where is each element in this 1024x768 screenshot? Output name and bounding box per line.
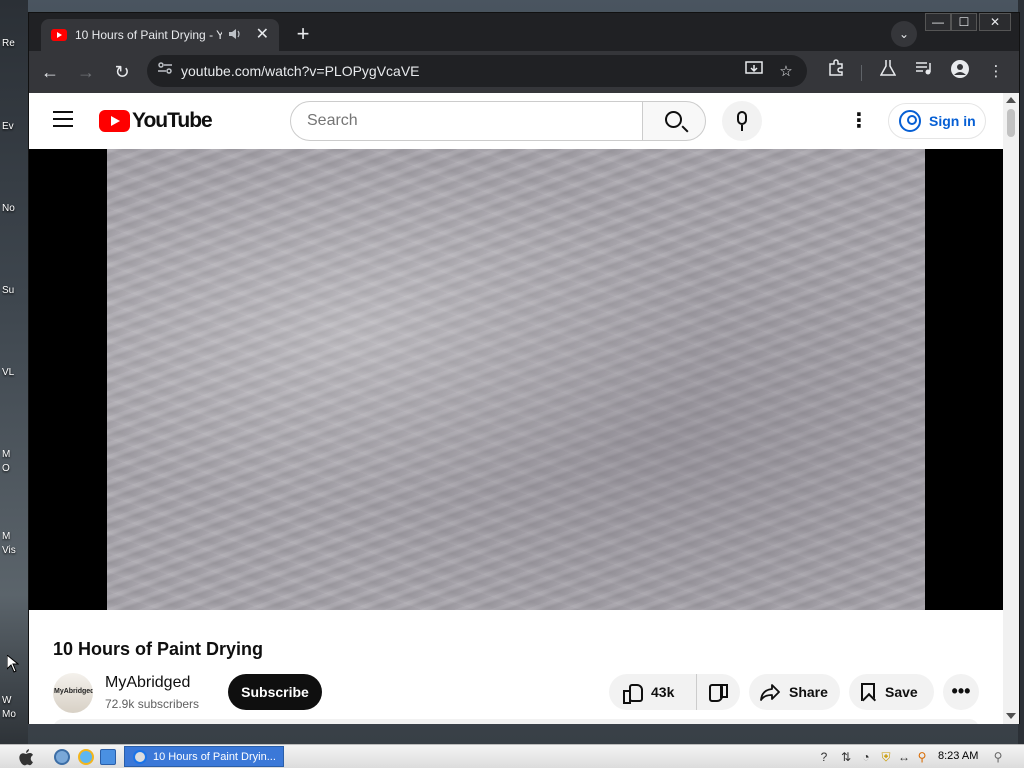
close-tab-icon[interactable]: ✕: [256, 27, 269, 43]
more-actions-button[interactable]: •••: [943, 674, 979, 710]
reload-button[interactable]: ↻: [109, 59, 135, 85]
tab-title: 10 Hours of Paint Drying - YouTube: [75, 28, 222, 42]
scroll-down-arrow-icon[interactable]: [1006, 713, 1016, 719]
desktop-icon-label[interactable]: Re: [2, 38, 26, 49]
like-dislike-group: 43k: [609, 674, 740, 710]
desktop-icon-label[interactable]: M: [2, 449, 26, 460]
like-button[interactable]: 43k: [609, 674, 697, 710]
spotlight-search-icon[interactable]: ⚲: [990, 749, 1006, 765]
page-scrollbar[interactable]: [1003, 93, 1019, 724]
desktop-icon-label[interactable]: Vis: [2, 545, 26, 556]
desktop-icon-label[interactable]: Ev: [2, 121, 26, 132]
url-text[interactable]: youtube.com/watch?v=PLOPygVcaVE: [181, 63, 420, 79]
browser-window: 10 Hours of Paint Drying - YouTube ✕ + ⌄…: [28, 12, 1020, 724]
video-player[interactable]: [29, 149, 1003, 610]
labs-flask-icon[interactable]: [875, 59, 901, 85]
channel-name[interactable]: MyAbridged: [105, 674, 190, 692]
network-tray-icon[interactable]: ⇅: [838, 749, 854, 765]
search-tray-icon[interactable]: ⚲: [914, 749, 930, 765]
site-info-icon[interactable]: [155, 61, 175, 81]
help-tray-icon[interactable]: ?: [816, 749, 832, 765]
bookmark-icon: [861, 683, 875, 701]
page-viewport: YouTube ⋮ Sign in 10 Hours of Paint Dryi…: [29, 93, 1019, 724]
desktop-icon-label[interactable]: Su: [2, 285, 26, 296]
taskbar-browser-button[interactable]: 10 Hours of Paint Dryin...: [124, 746, 284, 767]
maximize-button[interactable]: ☐: [951, 13, 977, 31]
share-arrow-icon: [759, 683, 781, 701]
speaker-icon[interactable]: [228, 28, 242, 43]
new-tab-button[interactable]: +: [289, 21, 317, 49]
video-title: 10 Hours of Paint Drying: [53, 639, 264, 659]
back-button[interactable]: ←: [37, 59, 63, 85]
sync-tray-icon[interactable]: ↔: [896, 749, 912, 765]
youtube-header: YouTube ⋮ Sign in: [29, 93, 1003, 149]
security-shield-icon[interactable]: ⛨: [878, 749, 894, 765]
save-label: Save: [885, 684, 918, 700]
youtube-play-icon: [99, 110, 130, 132]
desktop-quicklaunch-icon[interactable]: [100, 749, 116, 765]
search-icon: [665, 111, 682, 128]
chrome-icon: [133, 749, 147, 764]
browser-quicklaunch-icon[interactable]: [54, 749, 70, 765]
extensions-icon[interactable]: [823, 59, 849, 85]
subscribe-button[interactable]: Subscribe: [228, 674, 322, 710]
bookmark-star-icon[interactable]: ☆: [775, 61, 797, 83]
like-count: 43k: [651, 684, 675, 700]
media-queue-icon[interactable]: [911, 59, 937, 85]
account-circle-icon: [899, 110, 921, 132]
close-window-button[interactable]: ✕: [979, 13, 1011, 31]
tab-strip: 10 Hours of Paint Drying - YouTube ✕ + ⌄…: [29, 13, 1019, 51]
youtube-logo[interactable]: YouTube: [99, 109, 213, 133]
address-bar[interactable]: youtube.com/watch?v=PLOPygVcaVE ☆: [147, 55, 807, 87]
description-box[interactable]: [53, 719, 979, 724]
sign-in-label: Sign in: [929, 113, 976, 129]
youtube-wordmark: YouTube: [132, 109, 213, 132]
taskbar-button-label: 10 Hours of Paint Dryin...: [153, 750, 276, 763]
browser-menu-icon[interactable]: ⋮: [983, 59, 1009, 85]
voice-search-button[interactable]: [722, 101, 762, 141]
thumbs-up-icon: [621, 682, 643, 704]
taskbar: 10 Hours of Paint Dryin... ? ⇅ ◔ ⛨ ↔ ⚲ 8…: [0, 744, 1024, 768]
start-apple-icon[interactable]: [16, 748, 36, 766]
tab-search-button[interactable]: ⌄: [891, 21, 917, 47]
tab-youtube[interactable]: 10 Hours of Paint Drying - YouTube ✕: [41, 19, 279, 51]
system-clock[interactable]: 8:23 AM: [938, 750, 978, 762]
dislike-button[interactable]: [697, 674, 739, 710]
internet-explorer-icon[interactable]: [78, 749, 94, 765]
toolbar-divider: [861, 65, 862, 81]
youtube-favicon-icon: [51, 29, 67, 41]
install-app-icon[interactable]: [743, 61, 765, 83]
desktop-icon-label[interactable]: VL: [2, 367, 26, 378]
channel-avatar[interactable]: MyAbridged: [53, 673, 93, 713]
search-input[interactable]: [307, 102, 626, 140]
sign-in-button[interactable]: Sign in: [888, 103, 986, 139]
microphone-stand: [741, 125, 743, 131]
thumbs-down-icon: [708, 682, 728, 702]
microphone-icon: [737, 111, 747, 125]
browser-toolbar: ← → ↻ youtube.com/watch?v=PLOPygVcaVE ☆ …: [29, 51, 1019, 93]
minimize-button[interactable]: —: [925, 13, 951, 31]
subscriber-count: 72.9k subscribers: [105, 697, 200, 711]
search-button[interactable]: [642, 101, 706, 141]
search-box[interactable]: [290, 101, 643, 141]
desktop-icon-label[interactable]: M: [2, 531, 26, 542]
scrollbar-thumb[interactable]: [1007, 109, 1015, 137]
desktop-icon-label[interactable]: No: [2, 203, 26, 214]
avatar-logo-text: MyAbridged: [54, 688, 93, 695]
share-label: Share: [789, 684, 828, 700]
save-button[interactable]: Save: [849, 674, 934, 710]
profile-avatar-icon[interactable]: [947, 59, 973, 85]
settings-menu-icon[interactable]: ⋮: [847, 109, 871, 133]
desktop-icon-label[interactable]: O: [2, 463, 26, 474]
forward-button[interactable]: →: [73, 59, 99, 85]
video-frame-paint-texture[interactable]: [107, 149, 925, 610]
desktop-icon-label[interactable]: W: [2, 695, 26, 706]
scroll-up-arrow-icon[interactable]: [1006, 97, 1016, 103]
share-button[interactable]: Share: [749, 674, 840, 710]
desktop-icon-label[interactable]: Mo: [2, 709, 26, 720]
hamburger-menu-icon[interactable]: [53, 111, 75, 129]
volume-tray-icon[interactable]: ◔: [858, 749, 874, 765]
